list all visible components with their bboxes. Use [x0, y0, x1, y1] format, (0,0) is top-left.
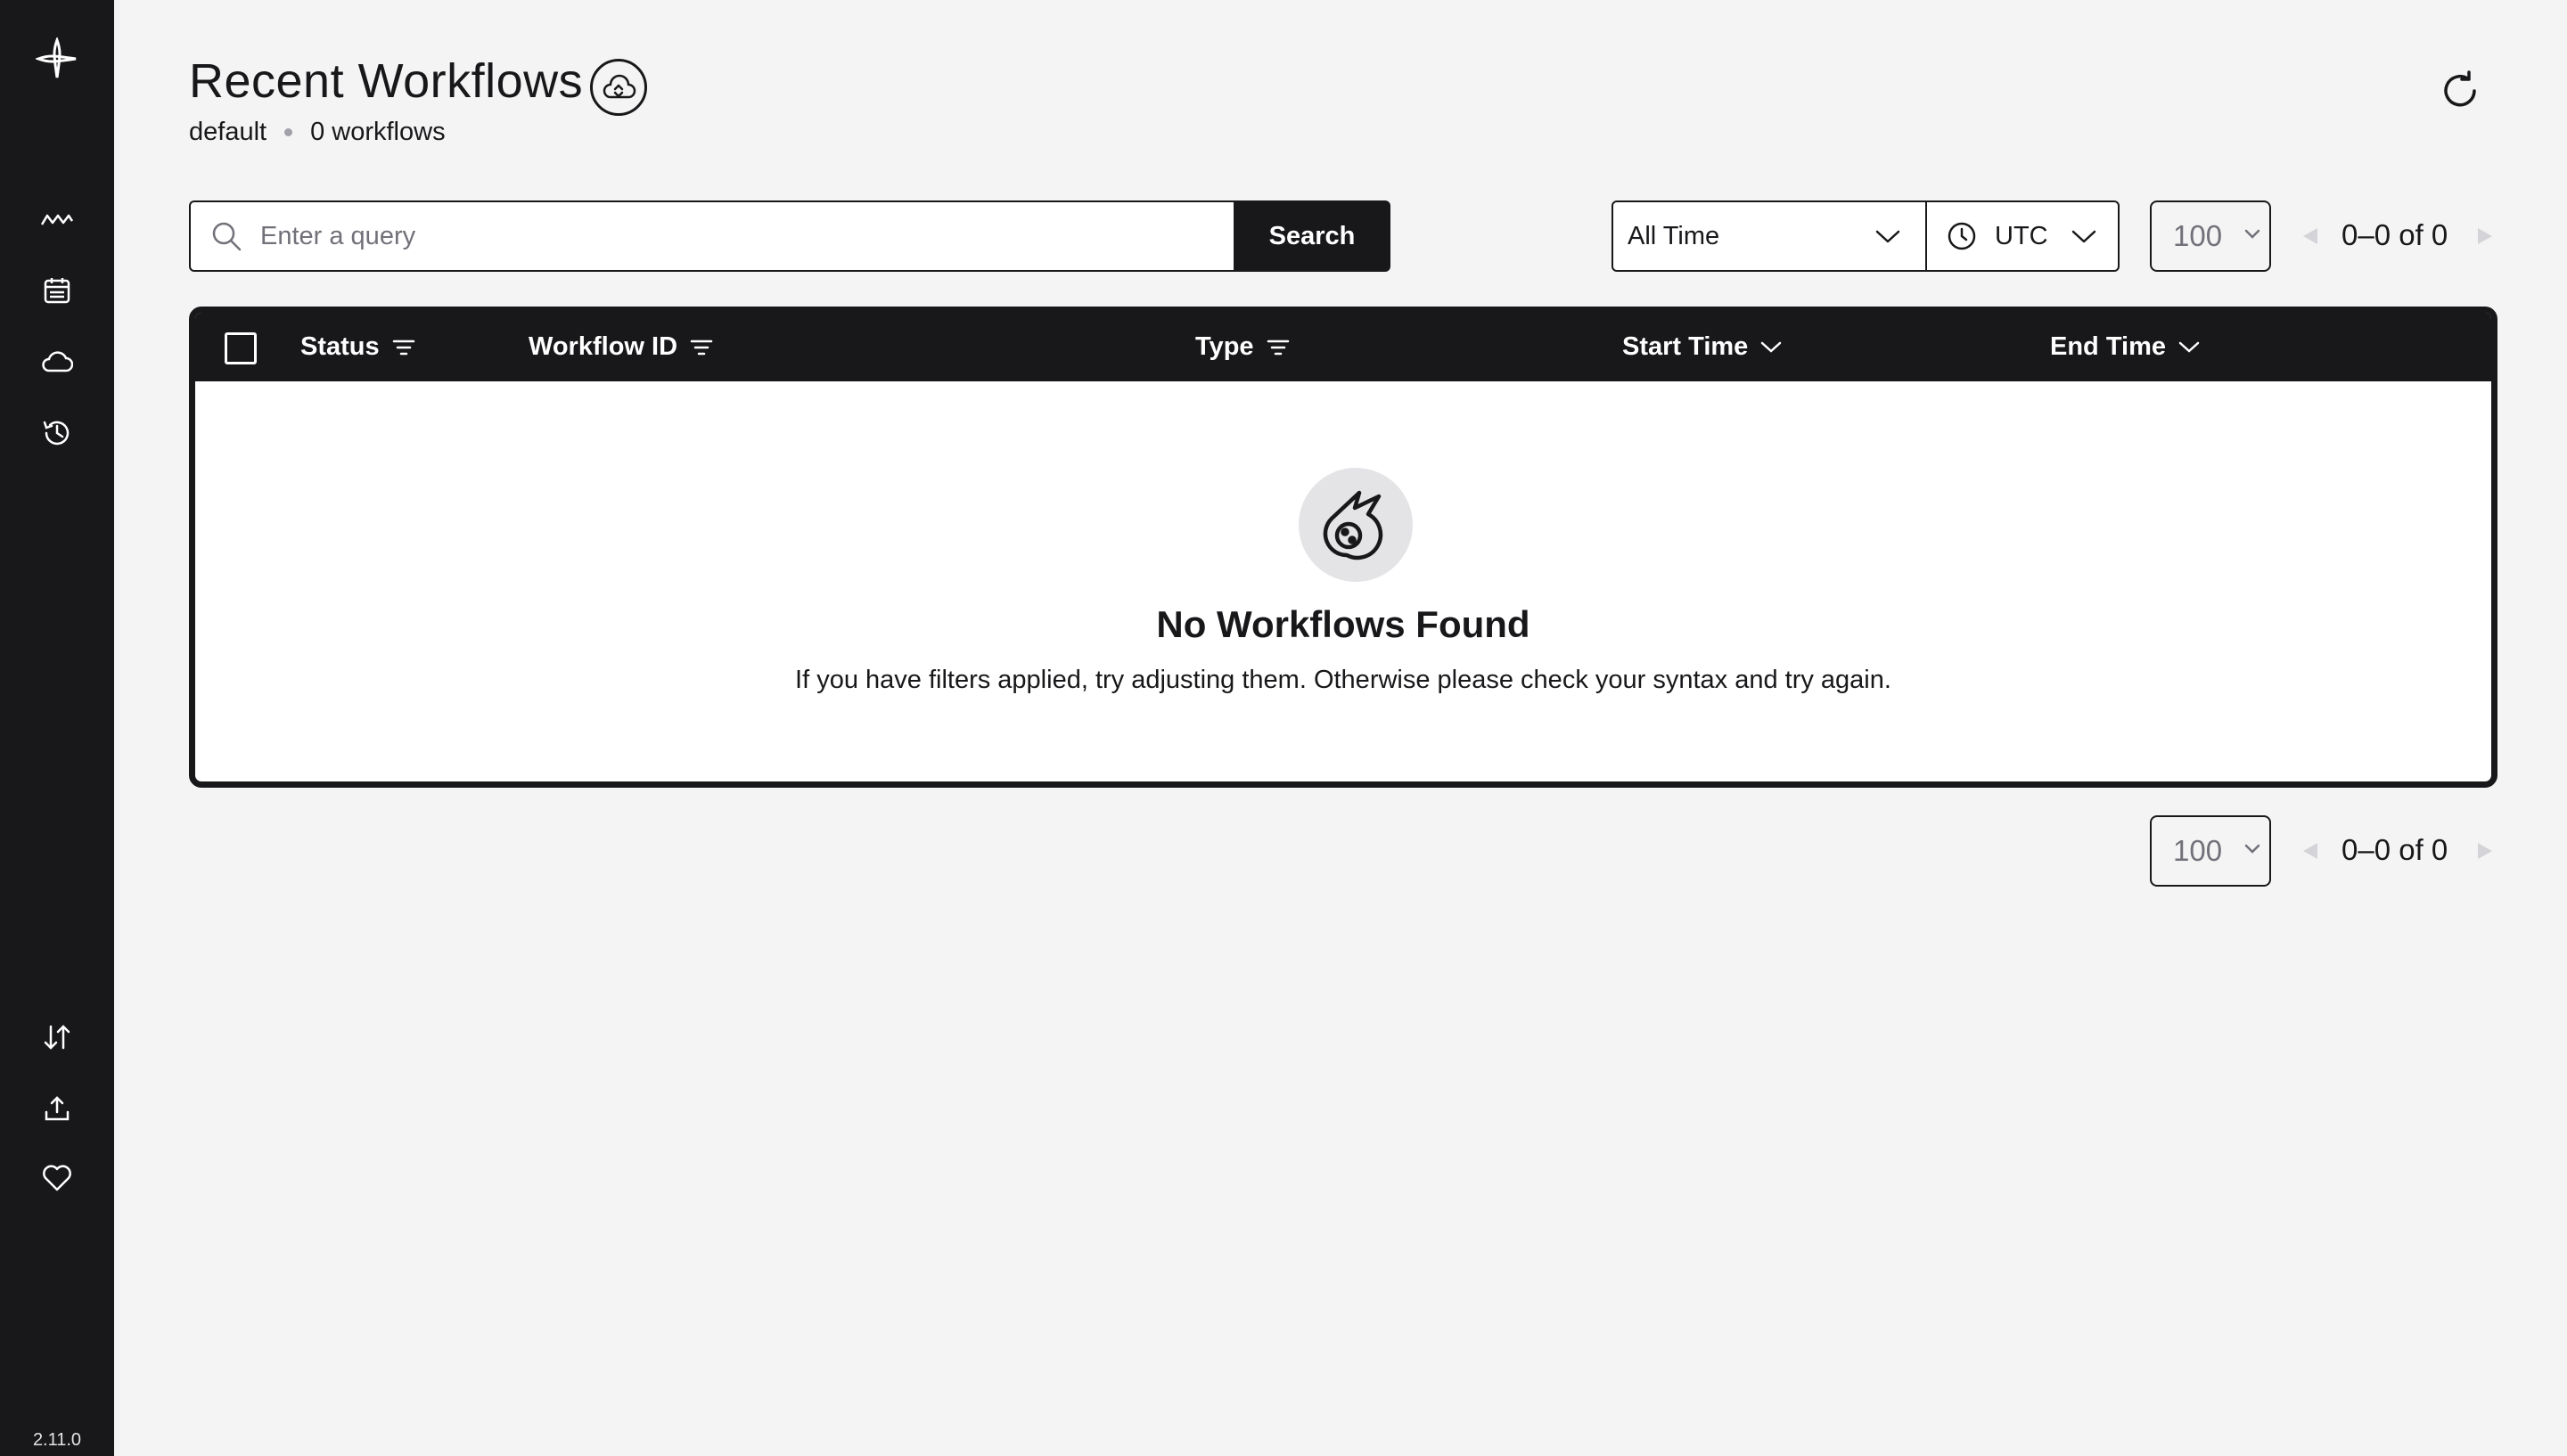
namespaces-icon[interactable] [36, 340, 78, 383]
per-page-select[interactable]: 100 [2150, 200, 2271, 272]
empty-state-title: No Workflows Found [1156, 603, 1530, 645]
column-status: Status [300, 313, 415, 381]
per-page-select-bottom[interactable]: 100 [2150, 815, 2271, 887]
column-start-time-label: Start Time [1622, 332, 1749, 361]
page-title: Recent Workflows [189, 54, 584, 108]
cloud-download-button[interactable] [590, 59, 647, 116]
main-content: Recent Workflows default 0 workflows Ent… [114, 0, 2567, 1456]
previous-page-button[interactable] [2298, 224, 2323, 249]
column-end-time[interactable]: End Time [2050, 313, 2200, 381]
pagination-range: 0–0 of 0 [2341, 218, 2448, 251]
timezone-select[interactable]: UTC [1925, 200, 2120, 272]
column-end-time-label: End Time [2050, 332, 2166, 361]
next-page-button[interactable] [2473, 224, 2497, 249]
column-start-time[interactable]: Start Time [1622, 313, 1782, 381]
temporal-logo-icon[interactable] [36, 37, 78, 80]
search-field[interactable] [189, 200, 1234, 272]
time-range-select[interactable]: All Time [1612, 200, 1927, 272]
previous-page-button-bottom[interactable] [2298, 838, 2323, 863]
column-workflow-id: Workflow ID [529, 313, 713, 381]
per-page-value: 100 [2173, 834, 2223, 867]
pagination-range-bottom: 0–0 of 0 [2341, 833, 2448, 866]
page-subtitle: default 0 workflows [189, 118, 446, 147]
time-range-value: All Time [1628, 221, 1720, 250]
chevron-down-icon [1875, 229, 1900, 243]
per-page-value: 100 [2173, 219, 2223, 252]
next-page-button-bottom[interactable] [2473, 838, 2497, 863]
timezone-value: UTC [1995, 221, 2048, 250]
chevron-down-icon [1760, 341, 1782, 354]
chevron-down-icon [2178, 341, 2200, 354]
chevron-down-icon [2071, 229, 2096, 243]
column-status-label: Status [300, 332, 380, 361]
filter-icon[interactable] [392, 338, 415, 357]
chevron-down-icon [2244, 844, 2260, 855]
search-icon [210, 220, 242, 252]
import-icon[interactable] [36, 1016, 78, 1059]
workflows-table: Status Workflow ID Type Start Time End T… [189, 307, 2497, 788]
workflows-icon[interactable] [36, 198, 78, 241]
empty-state-description: If you have filters applied, try adjusti… [795, 666, 1891, 694]
chevron-down-icon [2244, 229, 2260, 240]
table-header: Status Workflow ID Type Start Time End T… [195, 313, 2491, 381]
refresh-button[interactable] [2435, 66, 2485, 116]
select-all-checkbox[interactable] [225, 332, 257, 364]
archive-icon[interactable] [36, 412, 78, 454]
column-type-label: Type [1195, 332, 1254, 361]
schedules-icon[interactable] [36, 269, 78, 312]
cloud-download-icon [601, 74, 636, 101]
filter-icon[interactable] [690, 338, 713, 357]
version-label: 2.11.0 [32, 1430, 82, 1450]
column-type: Type [1195, 313, 1290, 381]
comet-icon [1299, 468, 1413, 582]
upload-icon[interactable] [36, 1087, 78, 1130]
separator-dot [284, 128, 293, 136]
sidebar: 2.11.0 [0, 0, 114, 1456]
namespace-label: default [189, 118, 267, 146]
feedback-icon[interactable] [36, 1157, 78, 1199]
refresh-icon [2439, 70, 2481, 112]
workflow-count: 0 workflows [310, 118, 446, 146]
column-workflow-id-label: Workflow ID [529, 332, 678, 361]
app-root: 2.11.0 Recent Workflows default 0 workfl… [0, 0, 2567, 1456]
search-input[interactable] [260, 221, 1187, 251]
clock-icon [1947, 221, 1977, 251]
search-button[interactable]: Search [1234, 200, 1390, 272]
filter-icon[interactable] [1267, 338, 1290, 357]
